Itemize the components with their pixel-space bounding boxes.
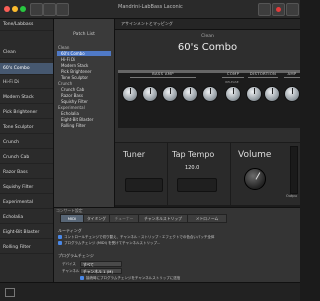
patch-item-selected[interactable]: 60's Combo: [57, 51, 111, 56]
routing-label: ルーティング: [58, 228, 82, 233]
title-bar: Mandrini-LabBass Laconic: [0, 0, 300, 19]
tab-metronome[interactable]: メトロノーム: [187, 214, 227, 223]
output-label: Outpu: [286, 194, 297, 198]
patch-list-title: Patch List: [73, 32, 95, 37]
sidebar-item[interactable]: Crunch Cab: [0, 152, 53, 164]
tab-channel-strip[interactable]: チャンネルストリップ: [138, 214, 188, 223]
patch-item[interactable]: Modern Stack: [57, 63, 111, 68]
sidebar-item[interactable]: Pick Brightener: [0, 107, 53, 119]
patch-item[interactable]: Hi-Fi Di: [57, 57, 111, 62]
knob-label: RELEASE: [225, 80, 239, 84]
section-label: DISTORTION: [248, 71, 278, 78]
tab-tuner[interactable]: チューナー: [109, 214, 139, 223]
window-title: Mandrini-LabBass Laconic: [118, 4, 183, 10]
patch-item[interactable]: Tone Sculptor: [57, 75, 111, 80]
tuner-icon[interactable]: [56, 3, 69, 16]
routing-option-text: コントロールチェンジで切り替え、チャンネル・ストリップ・エフェクトでの色合いパッ…: [64, 235, 215, 239]
section-label: BASS AMP: [130, 71, 196, 78]
device-label: デバイス: [62, 262, 76, 266]
tuner-title: Tuner: [123, 150, 146, 159]
distortion-knob-1[interactable]: [246, 86, 262, 102]
sidebar-item[interactable]: Razor Bass: [0, 167, 53, 179]
amp-knob-2[interactable]: [142, 86, 158, 102]
device-popup[interactable]: すべて: [80, 261, 122, 267]
amp-knob-4[interactable]: [182, 86, 198, 102]
patch-item[interactable]: Rolling Filter: [57, 123, 111, 128]
comp-knob[interactable]: [225, 86, 241, 102]
close-window-button[interactable]: [4, 6, 10, 12]
patch-category[interactable]: Experimental: [57, 105, 111, 110]
tab-assignments[interactable]: アサインメントとマッピング: [118, 20, 176, 28]
sidebar-item[interactable]: Experimental: [0, 197, 53, 209]
program-change-text: プログラムチェンジ (MIDI) を受けてチャンネルストリップ...: [64, 241, 161, 245]
settings-icon[interactable]: [43, 3, 56, 16]
channel-label: チャンネル: [62, 269, 80, 273]
volume-title: Volume: [238, 150, 272, 160]
sidebar-item[interactable]: Clean: [0, 47, 53, 59]
patch-item[interactable]: Eight-Bit Blaster: [57, 117, 111, 122]
section-label: AMP: [284, 71, 300, 78]
amp-knob-5[interactable]: [202, 86, 218, 102]
record-button[interactable]: [272, 3, 285, 16]
distortion-knob-2[interactable]: [264, 86, 280, 102]
record-icon: [276, 7, 281, 12]
sidebar-item[interactable]: Echolalia: [0, 212, 53, 224]
program-change-checkbox[interactable]: [58, 241, 62, 245]
amp-knob-3[interactable]: [162, 86, 178, 102]
patch-item[interactable]: Pick Brightener: [57, 69, 111, 74]
sidebar-item-selected[interactable]: 60's Combo: [0, 63, 53, 75]
stop-button[interactable]: [258, 3, 271, 16]
sidebar-item[interactable]: Tone Sculptor: [0, 122, 53, 134]
sidebar-item[interactable]: Tone/Labbass: [0, 19, 53, 31]
sidebar-item[interactable]: Modern Stack: [0, 92, 53, 104]
tab-timing[interactable]: タイミング: [83, 214, 110, 223]
amp-category-label: Clean: [201, 34, 214, 39]
tap-tempo-title: Tap Tempo: [172, 150, 215, 159]
zoom-window-button[interactable]: [20, 6, 26, 12]
patch-item[interactable]: Razor Bass: [57, 93, 111, 98]
program-change-label: プログラムチェンジ: [58, 253, 94, 258]
sidebar-item[interactable]: Rolling Filter: [0, 242, 53, 254]
channel-popup[interactable]: チャンネル 1 (M): [80, 268, 122, 274]
status-bar: [0, 282, 300, 301]
sidebar-item[interactable]: Eight-Bit Blaster: [0, 227, 53, 239]
library-icon[interactable]: [30, 3, 43, 16]
minimize-window-button[interactable]: [12, 6, 18, 12]
patch-category[interactable]: Crunch: [57, 81, 111, 86]
patch-item[interactable]: Squishy Filter: [57, 99, 111, 104]
tempo-value: 120.0: [185, 165, 200, 171]
output-meter: [290, 146, 298, 194]
patch-item[interactable]: Crunch Cab: [57, 87, 111, 92]
tab-midi[interactable]: MIDI: [60, 214, 84, 223]
tuner-button[interactable]: [125, 178, 163, 192]
patch-item[interactable]: Echolalia: [57, 111, 111, 116]
tap-tempo-button[interactable]: [177, 178, 217, 192]
send-on-connect-checkbox[interactable]: [80, 276, 84, 280]
section-label: COMP: [222, 71, 244, 78]
sidebar-item[interactable]: Squishy Filter: [0, 182, 53, 194]
more-icon[interactable]: [286, 3, 299, 16]
routing-option-checkbox[interactable]: [58, 235, 62, 239]
volume-knob[interactable]: [244, 168, 266, 190]
patch-name-title: 60's Combo: [177, 42, 238, 53]
amp-output-knob[interactable]: [284, 86, 300, 102]
send-on-connect-text: 接続時にプログラムチェンジをチャンネルストリップに送信: [86, 276, 181, 280]
sidebar-item[interactable]: Crunch: [0, 137, 53, 149]
amp-knob-1[interactable]: [122, 86, 138, 102]
sidebar-item[interactable]: Hi-Fi Di: [0, 77, 53, 89]
patch-category[interactable]: Clean: [57, 45, 111, 50]
info-icon[interactable]: [5, 288, 15, 297]
